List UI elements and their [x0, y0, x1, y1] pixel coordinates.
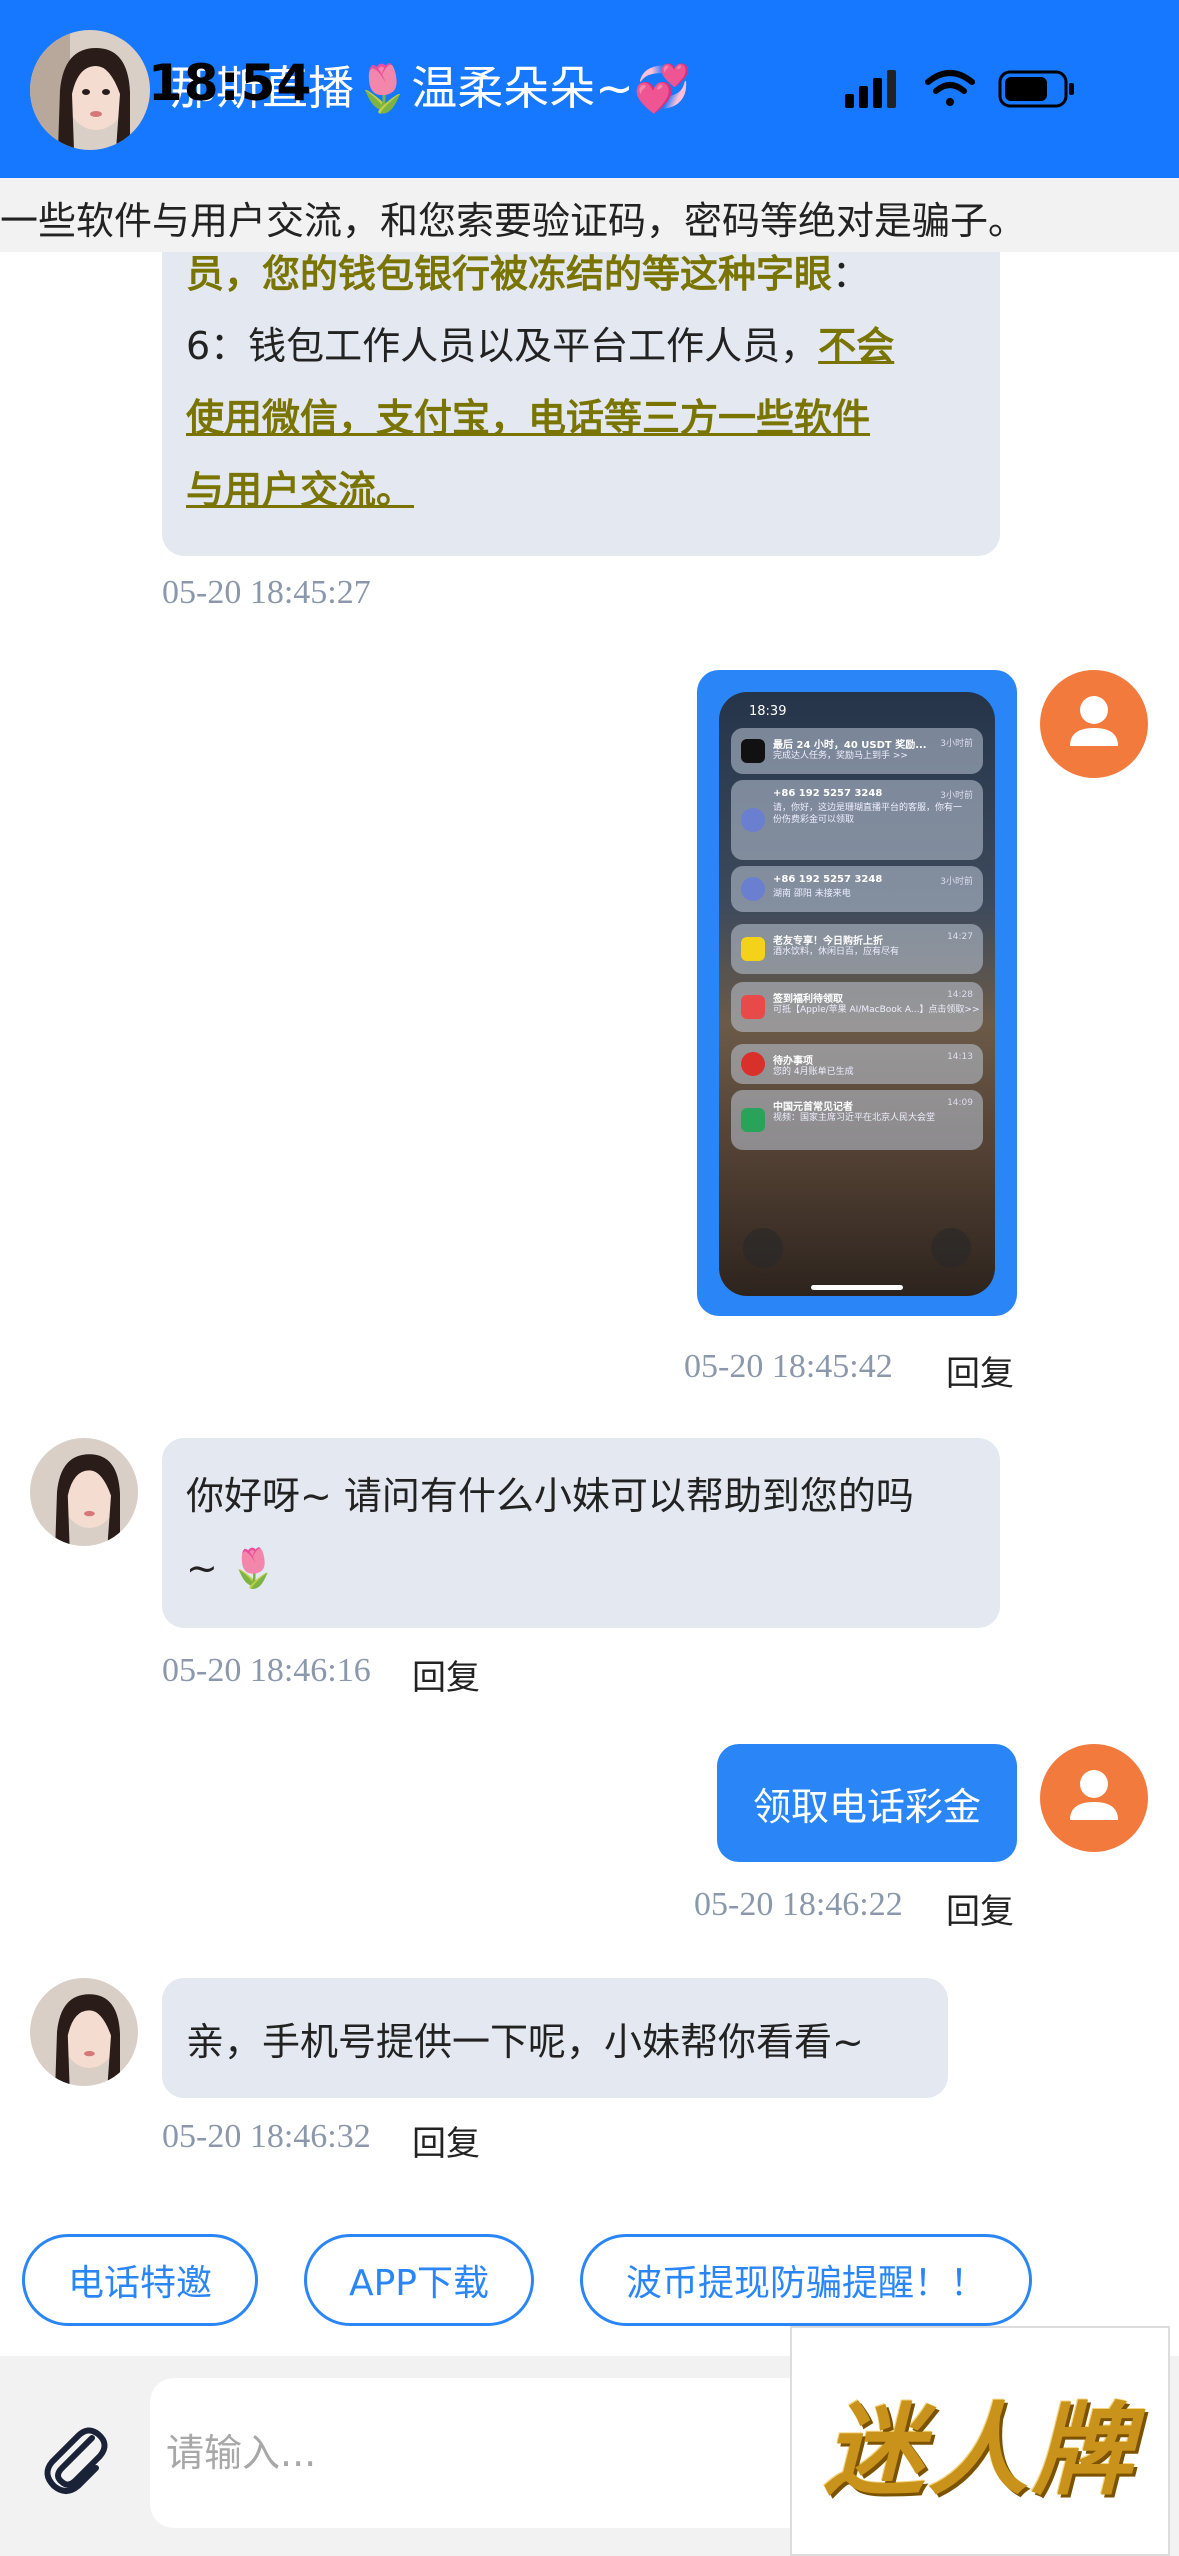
chat-message-list[interactable]: 员，您的钱包银行被冻结的等这种字眼： 6：钱包工作人员以及平台工作人员，不会 使…	[0, 252, 1179, 2200]
message-bubble: 你好呀~ 请问有什么小妹可以帮助到您的吗 ~ 🌷	[162, 1438, 1000, 1628]
user-avatar[interactable]	[1040, 670, 1148, 778]
camera-icon	[931, 1228, 971, 1268]
screenshot-notification: 中国元首常见记者 视频：国家主席习近平在北京人民大会堂 14:09	[731, 1090, 983, 1150]
notification-time: 3小时前	[940, 877, 973, 887]
message-bubble: 亲，手机号提供一下呢，小妹帮你看看~	[162, 1978, 948, 2098]
notice-marquee: 一些软件与用户交流，和您索要验证码，密码等绝对是骗子。	[0, 178, 1179, 252]
notification-title: 中国元首常见记者	[773, 1102, 853, 1113]
screenshot-image[interactable]: 18:39 最后 24 小时，40 USDT 奖励... 完成达人任务，奖励马上…	[719, 692, 995, 1296]
notification-title: +86 192 5257 3248	[773, 788, 883, 799]
notification-time: 14:09	[947, 1098, 973, 1108]
message-text: 领取电话彩金	[752, 1784, 981, 1829]
notification-title: 老友专享！今日购折上折	[773, 936, 883, 947]
message-time: 05-20 18:46:32	[162, 2118, 371, 2155]
screenshot-time: 18:39	[749, 704, 787, 719]
screenshot-notification: +86 192 5257 3248 湖南 邵阳 未接来电 3小时前	[731, 866, 983, 912]
message-bubble-notice: 员，您的钱包银行被冻结的等这种字眼： 6：钱包工作人员以及平台工作人员，不会 使…	[162, 252, 1000, 556]
notification-time: 3小时前	[940, 791, 973, 801]
notification-title: 待办事项	[773, 1056, 813, 1067]
screenshot-notification: +86 192 5257 3248 请，你好，这边是珊瑚直播平台的客服，你有一份…	[731, 780, 983, 860]
warning-text-line3: 使用微信，支付宝，电话等三方一些软件	[186, 396, 871, 440]
warning-text-colon: ：	[832, 252, 871, 296]
reply-button[interactable]: 回复	[946, 1884, 1014, 1933]
notification-time: 3小时前	[940, 739, 973, 749]
notification-time: 14:28	[947, 990, 973, 1000]
notification-title: 签到福利待领取	[773, 994, 843, 1005]
message-text: 你好呀~ 请问有什么小妹可以帮助到您的吗	[186, 1474, 914, 1518]
withdraw-warning-button[interactable]: 波币提现防骗提醒！！	[580, 2234, 1032, 2326]
warning-text-line4: 与用户交流。	[186, 468, 415, 512]
message-time: 05-20 18:46:16	[162, 1652, 371, 1689]
message-bubble-user: 领取电话彩金	[717, 1744, 1017, 1862]
warning-text-line2: 6：钱包工作人员以及平台工作人员，	[186, 324, 819, 368]
app-download-button[interactable]: APP下载	[304, 2234, 534, 2326]
notification-time: 14:27	[947, 932, 973, 942]
paperclip-icon[interactable]	[34, 2416, 118, 2500]
message-image[interactable]: 18:39 最后 24 小时，40 USDT 奖励... 完成达人任务，奖励马上…	[697, 670, 1017, 1316]
user-icon	[1070, 1770, 1118, 1820]
phone-invite-button[interactable]: 电话特邀	[22, 2234, 258, 2326]
notification-body: 请，你好，这边是珊瑚直播平台的客服，你有一份伤费彩金可以领取	[773, 803, 963, 825]
status-icons	[840, 60, 1090, 116]
notification-body: 可抵【Apple/苹果 AI/MacBook A...】点击领取>>	[773, 1005, 980, 1015]
app-icon	[741, 937, 765, 961]
notification-time: 14:13	[947, 1052, 973, 1062]
notification-body: 酒水饮料，休闲日百，应有尽有	[773, 947, 900, 957]
warning-text-line1: 员，您的钱包银行被冻结的等这种字眼	[186, 252, 833, 296]
notice-text: 一些软件与用户交流，和您索要验证码，密码等绝对是骗子。	[0, 199, 1027, 243]
message-text: ~ 🌷	[186, 1546, 278, 1590]
message-text: 亲，手机号提供一下呢，小妹帮你看看~	[186, 2019, 864, 2064]
brand-logo: 迷人牌	[790, 2326, 1170, 2556]
reply-button[interactable]: 回复	[946, 1346, 1014, 1395]
wifi-icon	[925, 70, 975, 106]
app-icon	[741, 1052, 765, 1076]
message-time: 05-20 18:45:27	[162, 574, 371, 611]
screenshot-notification: 最后 24 小时，40 USDT 奖励... 完成达人任务，奖励马上到手 >> …	[731, 728, 983, 774]
flashlight-icon	[743, 1228, 783, 1268]
notification-title: +86 192 5257 3248	[773, 874, 883, 885]
agent-avatar[interactable]	[30, 1438, 138, 1546]
status-time: 18:54	[148, 54, 313, 112]
screenshot-notification: 老友专享！今日购折上折 酒水饮料，休闲日百，应有尽有 14:27	[731, 924, 983, 974]
user-icon	[1070, 696, 1118, 746]
app-icon	[741, 739, 765, 763]
cellular-signal-icon	[845, 70, 896, 108]
header-bar: 那斯直播🌷温柔朵朵~💞 18:54	[0, 0, 1179, 178]
reply-button[interactable]: 回复	[412, 1650, 480, 1699]
user-avatar[interactable]	[1040, 1744, 1148, 1852]
home-indicator	[811, 1285, 903, 1290]
notification-title: 最后 24 小时，40 USDT 奖励...	[773, 740, 927, 751]
app-icon	[741, 995, 765, 1019]
contact-icon	[741, 808, 765, 832]
screenshot-notification: 待办事项 您的 4月账单已生成 14:13	[731, 1044, 983, 1084]
screenshot-notification: 签到福利待领取 可抵【Apple/苹果 AI/MacBook A...】点击领取…	[731, 982, 983, 1032]
notification-body: 视频：国家主席习近平在北京人民大会堂	[773, 1113, 936, 1123]
battery-icon	[998, 70, 1074, 108]
message-time: 05-20 18:46:22	[694, 1886, 903, 1923]
notification-body: 湖南 邵阳 未接来电	[773, 889, 851, 899]
app-icon	[741, 1108, 765, 1132]
message-input[interactable]	[150, 2378, 810, 2528]
agent-avatar[interactable]	[30, 1978, 138, 2086]
contact-icon	[741, 877, 765, 901]
notification-body: 您的 4月账单已生成	[773, 1067, 854, 1077]
message-time: 05-20 18:45:42	[684, 1348, 893, 1385]
brand-logo-text: 迷人牌	[824, 2391, 1136, 2509]
warning-text-highlight: 不会	[818, 324, 895, 368]
chat-app: 那斯直播🌷温柔朵朵~💞 18:54 一些软件与用户交流，和您索要验证码，密码等绝…	[0, 0, 1179, 2556]
notification-body: 完成达人任务，奖励马上到手 >>	[773, 751, 908, 761]
reply-button[interactable]: 回复	[412, 2116, 480, 2165]
agent-avatar[interactable]	[30, 30, 150, 150]
